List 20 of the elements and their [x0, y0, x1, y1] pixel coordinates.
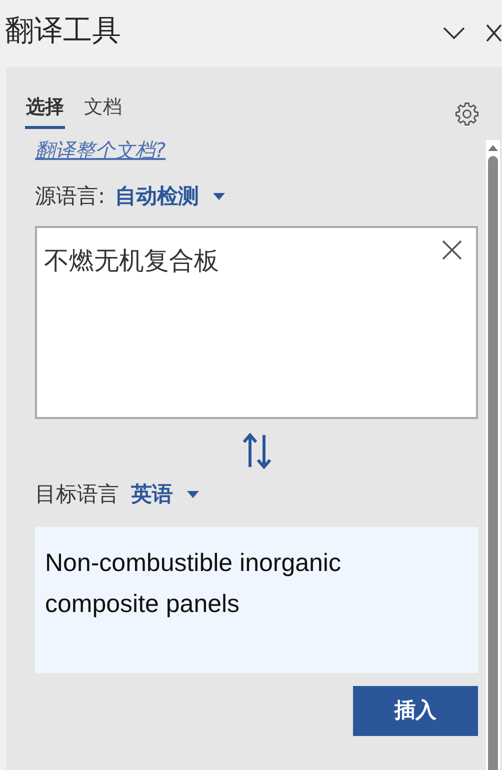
translate-document-link[interactable]: 翻译整个文档?: [35, 134, 166, 164]
target-language-dropdown[interactable]: 英语: [131, 479, 199, 510]
source-text-field[interactable]: 不燃无机复合板: [35, 226, 478, 419]
translation-output: Non-combustible inorganic composite panels: [45, 548, 342, 620]
source-language-label: 源语言:: [35, 182, 106, 210]
tab[interactable]: 文档: [83, 93, 123, 128]
insert-button[interactable]: 插入: [353, 686, 478, 736]
caret-icon: [213, 192, 226, 200]
settings-icon[interactable]: [454, 100, 480, 126]
scroll-up-icon[interactable]: [486, 143, 500, 153]
target-language-label: 目标语言: [35, 481, 119, 508]
caret-icon: [187, 491, 199, 498]
chevron-down-icon[interactable]: [442, 26, 466, 40]
pane-title: 翻译工具: [5, 12, 122, 50]
clear-icon[interactable]: [442, 240, 462, 260]
tab[interactable]: 选择: [25, 93, 65, 128]
swap-icon[interactable]: [242, 433, 272, 469]
close-icon[interactable]: [486, 24, 502, 42]
scrollbar[interactable]: [486, 140, 500, 770]
source-language-dropdown[interactable]: 自动检测: [115, 180, 226, 212]
